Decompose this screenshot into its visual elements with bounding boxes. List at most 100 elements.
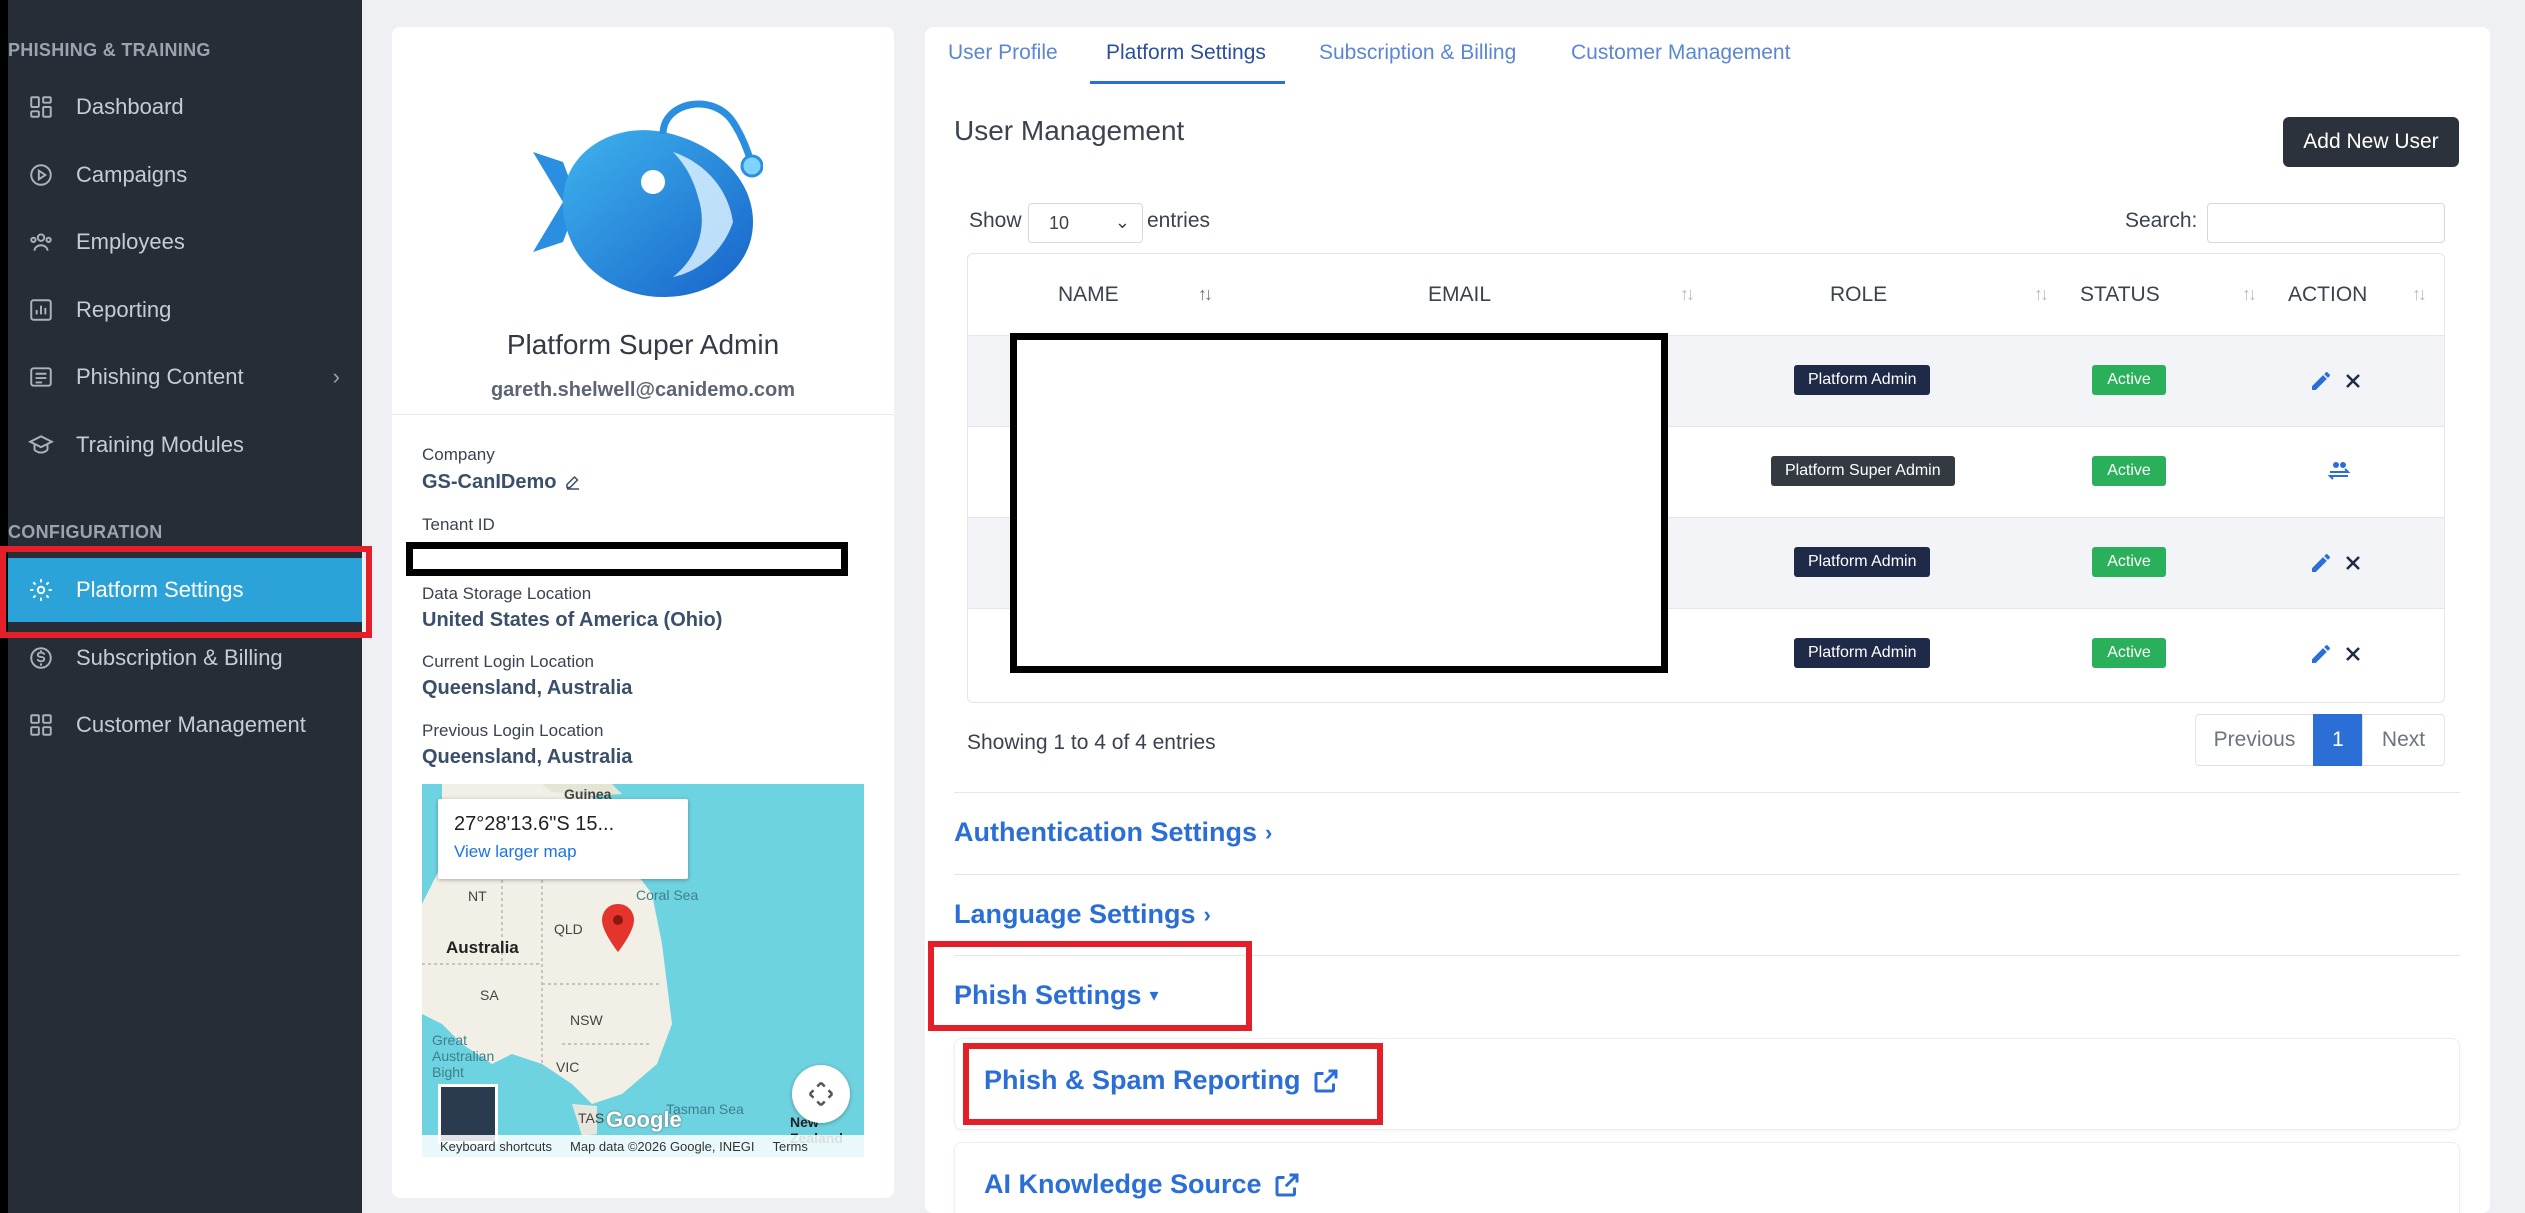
chevron-right-icon: › [1203,901,1211,927]
column-header-label: ROLE [1830,283,1888,306]
dashboard-icon [26,92,56,122]
map-label-nt: NT [468,888,487,904]
sidebar-item-subscription-billing[interactable]: Subscription & Billing [8,626,362,690]
sort-icon: ↑↓ [1680,284,1695,304]
sort-icon: ↑↓ [2412,284,2427,304]
role-badge: Platform Admin [1794,638,1931,668]
phish-settings-toggle[interactable]: Phish Settings ▾ [954,980,1159,1011]
role-badge: Platform Admin [1794,547,1931,577]
section-divider [954,874,2460,875]
sidebar-item-label: Subscription & Billing [76,645,283,670]
storage-label: Data Storage Location [422,584,592,603]
sidebar-item-training-modules[interactable]: Training Modules [8,413,362,477]
content-icon [26,362,56,392]
user-management-title: User Management [954,115,1185,146]
external-link-icon [1272,1170,1302,1200]
authentication-settings-toggle[interactable]: Authentication Settings › [954,817,1272,848]
column-header-label: STATUS [2080,283,2160,306]
map-pan-control[interactable] [792,1065,850,1123]
map-coordinates: 27°28'13.6"S 15... [454,813,615,835]
section-heading-configuration: CONFIGURATION [8,522,163,542]
terms-link[interactable]: Terms [772,1139,807,1154]
map-info-window: 27°28'13.6"S 15... View larger map [438,799,688,879]
edit-icon[interactable] [2309,369,2333,398]
tab-subscription-billing[interactable]: Subscription & Billing [1319,41,1516,65]
phish-spam-reporting-link[interactable]: Phish & Spam Reporting [984,1065,1341,1096]
edit-icon[interactable] [2309,551,2333,580]
company-value: GS-CanIDemo [422,471,557,493]
current-login-value: Queensland, Australia [422,677,633,699]
column-header-name[interactable]: NAME [1058,254,1119,336]
sidebar-item-phishing-content[interactable]: Phishing Content › [8,345,362,409]
pagination-previous[interactable]: Previous [2195,714,2314,766]
add-new-user-button[interactable]: Add New User [2283,117,2459,167]
company-label: Company [422,445,495,464]
location-map[interactable]: Guinea Coral Sea NT QLD Australia SA NSW… [422,784,864,1157]
profile-name: Platform Super Admin [506,329,780,360]
chevron-right-icon: › [1265,819,1273,845]
settings-panel: User Profile Platform Settings Subscript… [925,27,2490,1213]
company-value-row: GS-CanIDemo [422,471,582,494]
section-heading-phishing: PHISHING & TRAINING [8,40,211,60]
tab-customer-management[interactable]: Customer Management [1571,41,1790,65]
sidebar-item-platform-settings[interactable]: Platform Settings [8,558,362,622]
dollar-circle-icon [26,643,56,673]
delete-icon[interactable] [2341,369,2365,398]
column-header-email[interactable]: EMAIL [1428,254,1491,336]
delete-icon[interactable] [2341,642,2365,671]
sidebar-item-dashboard[interactable]: Dashboard [8,75,362,139]
tab-platform-settings[interactable]: Platform Settings [1106,41,1266,65]
transfer-users-icon[interactable] [2327,458,2351,487]
keyboard-shortcuts-link[interactable]: Keyboard shortcuts [440,1139,552,1154]
name-email-redaction [1010,333,1668,673]
column-header-status[interactable]: STATUS [2080,254,2160,336]
previous-login-value: Queensland, Australia [422,746,633,768]
pan-arrows-icon [808,1081,834,1107]
users-table: NAME ↑↓ EMAIL ↑↓ ROLE ↑↓ STATUS ↑↓ ACTIO… [967,253,2445,703]
map-label-coral-sea: Coral Sea [636,887,699,903]
active-tab-indicator [1090,81,1285,84]
show-label: Show [969,209,1022,232]
entries-select[interactable]: 10 ⌄ [1028,203,1143,243]
sidebar-item-label: Customer Management [76,712,306,737]
sidebar-item-label: Reporting [76,297,172,322]
status-badge: Active [2092,365,2166,395]
view-larger-map-link[interactable]: View larger map [454,842,688,862]
status-badge: Active [2092,456,2166,486]
edit-icon[interactable] [564,474,582,492]
map-footer: Keyboard shortcuts Map data ©2026 Google… [422,1135,864,1157]
pagination-next[interactable]: Next [2362,714,2445,766]
ai-knowledge-source-card: AI Knowledge Source [954,1142,2460,1213]
external-link-icon [1311,1066,1341,1096]
column-header-label: EMAIL [1428,283,1492,306]
edit-icon[interactable] [2309,642,2333,671]
map-label-vic: VIC [556,1059,580,1075]
column-header-role[interactable]: ROLE [1830,254,1887,336]
section-divider [954,955,2460,956]
ai-knowledge-source-link[interactable]: AI Knowledge Source [984,1169,1302,1200]
status-badge: Active [2092,547,2166,577]
grid-icon [26,710,56,740]
column-header-action: ACTION [2288,254,2367,336]
sidebar-item-label: Phishing Content [76,364,244,389]
storage-value: United States of America (Ohio) [422,609,723,631]
sidebar-item-reporting[interactable]: Reporting [8,278,362,342]
sidebar-item-label: Platform Settings [76,577,244,602]
users-icon [26,227,56,257]
delete-icon[interactable] [2341,551,2365,580]
google-logo: Google [606,1107,682,1132]
role-badge: Platform Admin [1794,365,1931,395]
gear-icon [26,575,56,605]
sidebar-item-customer-management[interactable]: Customer Management [8,693,362,757]
tab-user-profile[interactable]: User Profile [948,41,1058,65]
sidebar-item-campaigns[interactable]: Campaigns [8,143,362,207]
sort-icon: ↑↓ [2242,284,2257,304]
search-input[interactable] [2207,203,2445,243]
sidebar: PHISHING & TRAINING Dashboard Campaigns … [0,0,362,1213]
language-settings-toggle[interactable]: Language Settings › [954,899,1211,930]
sidebar-item-employees[interactable]: Employees [8,210,362,274]
map-label-sa: SA [480,987,499,1003]
profile-email: gareth.shelwell@canidemo.com [490,379,796,401]
pagination-page-1[interactable]: 1 [2313,714,2363,766]
entries-label: entries [1147,209,1211,232]
